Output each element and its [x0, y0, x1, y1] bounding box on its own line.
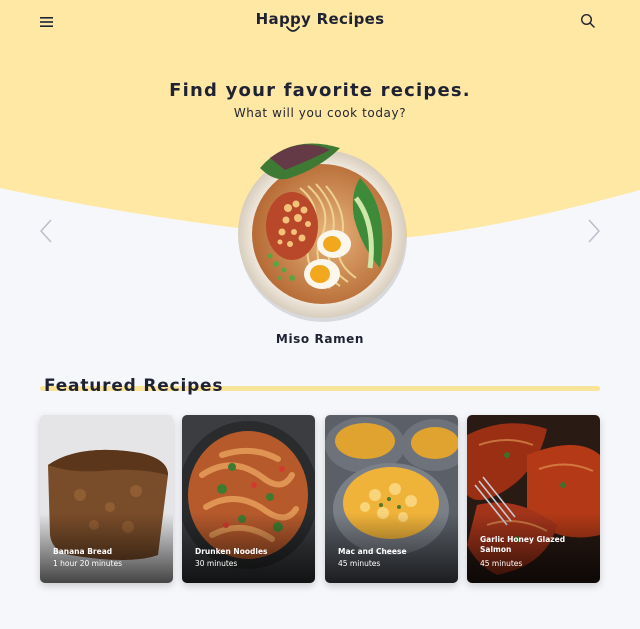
top-header: Happy Recipes [0, 0, 640, 44]
brand-logo-text[interactable]: Happy Recipes [0, 10, 640, 28]
chevron-right-icon[interactable] [584, 216, 604, 246]
recipe-card-drunken-noodles[interactable]: Drunken Noodles 30 minutes [182, 415, 315, 583]
featured-recipes-list: Banana Bread 1 hour 20 minutes Drunken N… [40, 415, 600, 583]
carousel-dish-name[interactable]: Miso Ramen [0, 332, 640, 346]
featured-section-title: Featured Recipes [44, 376, 224, 396]
recipe-card-time: 45 minutes [338, 559, 381, 568]
miso-ramen-image[interactable] [230, 128, 416, 324]
search-icon[interactable] [578, 11, 598, 31]
hero-subtitle: What will you cook today? [233, 106, 407, 120]
recipe-card-banana-bread[interactable]: Banana Bread 1 hour 20 minutes [40, 415, 173, 583]
smile-logo-icon [286, 26, 300, 32]
recipe-card-garlic-honey-glazed-salmon[interactable]: Garlic Honey Glazed Salmon 45 minutes [467, 415, 600, 583]
recipe-card-time: 1 hour 20 minutes [53, 559, 123, 568]
recipe-card-time: 30 minutes [195, 559, 238, 568]
recipe-card-title: Mac and Cheese [338, 547, 407, 556]
chevron-left-icon[interactable] [36, 216, 56, 246]
recipe-card-title: Drunken Noodles [195, 547, 268, 556]
hero-title: Find your favorite recipes. [169, 80, 471, 101]
recipe-card-title: Banana Bread [53, 547, 113, 556]
recipe-card-time: 45 minutes [480, 559, 523, 568]
recipe-card-mac-and-cheese[interactable]: Mac and Cheese 45 minutes [325, 415, 458, 583]
recipe-card-title: Garlic Honey Glazed Salmon [480, 535, 566, 554]
